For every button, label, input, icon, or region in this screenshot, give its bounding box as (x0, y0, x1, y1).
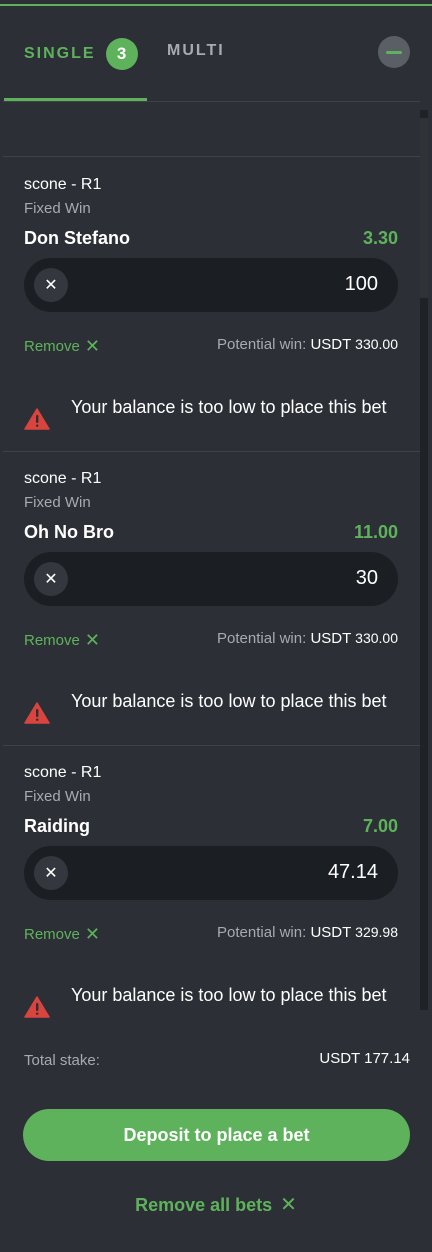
potential-win-currency: USDT (310, 924, 351, 941)
race-name: scone - R1 (24, 176, 102, 193)
clear-stake-button[interactable]: ✕ (34, 856, 68, 890)
odds: 3.30 (362, 228, 398, 248)
bet-type: Fixed Win (24, 788, 91, 805)
bet-card: scone - R1 Fixed Win Don Stefano 3.30 ✕ … (3, 158, 420, 452)
bet-card: scone - R1 Fixed Win Oh No Bro 11.00 ✕ 3… (3, 452, 420, 746)
clear-stake-button[interactable]: ✕ (34, 562, 68, 596)
warning-message: Your balance is too low to place this be… (71, 985, 387, 1005)
remove-label: Remove (24, 338, 80, 355)
potential-win-currency: USDT (310, 630, 351, 647)
stake-amount[interactable]: 100 (345, 273, 378, 296)
warning-message: Your balance is too low to place this be… (71, 691, 387, 711)
remove-label: Remove (24, 926, 80, 943)
bet-type: Fixed Win (24, 494, 91, 511)
potential-win-label: Potential win: (217, 630, 307, 647)
close-icon: ✕ (280, 1194, 297, 1216)
stake-amount[interactable]: 30 (356, 567, 378, 590)
total-stake-label: Total stake: (24, 1052, 100, 1069)
remove-bet-button[interactable]: Remove ✕ (24, 924, 100, 945)
potential-win: Potential win: USDT 330.00 (217, 630, 398, 647)
potential-win-value: 330.00 (355, 336, 398, 352)
tab-single-label: SINGLE (24, 45, 96, 62)
betslip-tabs: SINGLE 3 MULTI (0, 6, 432, 102)
race-name: scone - R1 (24, 764, 102, 781)
remove-bet-button[interactable]: Remove ✕ (24, 336, 100, 357)
potential-win-value: 330.00 (355, 630, 398, 646)
potential-win-label: Potential win: (217, 924, 307, 941)
clear-stake-button[interactable]: ✕ (34, 268, 68, 302)
warning-message: Your balance is too low to place this be… (71, 397, 387, 417)
potential-win-currency: USDT (310, 336, 351, 353)
stake-input[interactable]: ✕ 47.14 (24, 846, 398, 900)
close-icon: ✕ (44, 277, 58, 294)
runner-name: Raiding (24, 816, 90, 836)
potential-win: Potential win: USDT 329.98 (217, 924, 398, 941)
scrollbar[interactable] (420, 110, 428, 1010)
stake-amount[interactable]: 47.14 (328, 861, 378, 884)
runner-name: Oh No Bro (24, 522, 114, 542)
tab-multi[interactable]: MULTI (167, 42, 225, 60)
race-name: scone - R1 (24, 470, 102, 487)
bet-type: Fixed Win (24, 200, 91, 217)
bet-card: scone - R1 Fixed Win Raiding 7.00 ✕ 47.1… (3, 746, 420, 1040)
close-icon: ✕ (84, 336, 100, 356)
collapse-button[interactable] (378, 36, 410, 68)
total-stake-value: USDT 177.14 (319, 1050, 410, 1067)
remove-all-bets-button[interactable]: Remove all bets ✕ (0, 1192, 432, 1217)
close-icon: ✕ (84, 630, 100, 650)
close-icon: ✕ (44, 571, 58, 588)
stake-input[interactable]: ✕ 100 (24, 258, 398, 312)
runner-name: Don Stefano (24, 228, 130, 248)
potential-win-label: Potential win: (217, 336, 307, 353)
close-icon: ✕ (84, 924, 100, 944)
scrollbar-thumb[interactable] (420, 118, 428, 298)
bet-count-badge: 3 (105, 38, 138, 70)
remove-label: Remove (24, 632, 80, 649)
bet-list-header-space (3, 102, 420, 157)
remove-bet-button[interactable]: Remove ✕ (24, 630, 100, 651)
minus-icon (386, 50, 402, 54)
warning-icon (24, 996, 50, 1018)
stake-input[interactable]: ✕ 30 (24, 552, 398, 606)
potential-win-value: 329.98 (355, 924, 398, 940)
potential-win: Potential win: USDT 330.00 (217, 336, 398, 353)
close-icon: ✕ (44, 865, 58, 882)
odds: 11.00 (353, 522, 398, 542)
tab-single[interactable]: SINGLE 3 (24, 38, 138, 70)
warning-icon (24, 408, 50, 430)
deposit-button[interactable]: Deposit to place a bet (23, 1109, 410, 1161)
remove-all-label: Remove all bets (135, 1195, 273, 1215)
odds: 7.00 (362, 816, 398, 836)
warning-icon (24, 702, 50, 724)
